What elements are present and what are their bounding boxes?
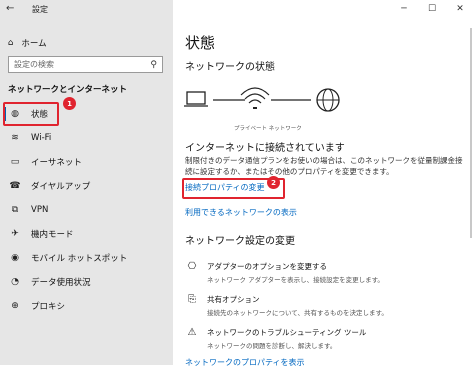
network-caption: プライベート ネットワーク: [234, 126, 302, 132]
sidebar-item-vpn[interactable]: ⧉ VPN: [0, 198, 173, 222]
ethernet-icon: ▭: [10, 157, 20, 167]
sidebar-item-label: イーサネット: [31, 158, 82, 168]
network-status-heading: ネットワークの状態: [185, 62, 275, 73]
home-button[interactable]: ⌂ ホーム: [8, 37, 47, 49]
sidebar-item-label: モバイル ホットスポット: [31, 254, 128, 264]
warning-icon: ⚠: [187, 327, 197, 338]
hotspot-icon: ◉: [11, 253, 19, 263]
search-placeholder: 設定の検索: [14, 60, 54, 69]
pc-icon: [184, 91, 208, 107]
sidebar-item-label: データ使用状況: [31, 278, 91, 288]
scrollbar[interactable]: [470, 28, 472, 238]
search-input[interactable]: 設定の検索 ⚲: [8, 56, 163, 73]
option-title: 共有オプション: [207, 295, 260, 304]
sidebar-item-label: ダイヤルアップ: [31, 182, 91, 192]
sidebar-item-data-usage[interactable]: ◔ データ使用状況: [0, 270, 173, 294]
sidebar-item-dialup[interactable]: ☎ ダイヤルアップ: [0, 174, 173, 198]
page-title: 状態: [185, 34, 216, 52]
option-desc: ネットワークの問題を診断し、解決します。: [207, 342, 337, 350]
close-button[interactable]: ✕: [446, 0, 474, 18]
title-bar: ← 設定 ─ ☐ ✕: [0, 0, 474, 20]
connected-description: 制限付きのデータ通信プランをお使いの場合は、このネットワークを従量制課金接続に設…: [185, 156, 463, 176]
sidebar-item-label: プロキシ: [31, 302, 66, 312]
window-title: 設定: [32, 5, 48, 14]
step-badge-2: 2: [267, 176, 280, 189]
sidebar-item-wifi[interactable]: ≋ Wi-Fi: [0, 126, 173, 150]
section-title: ネットワークとインターネット: [8, 85, 128, 95]
option-troubleshoot[interactable]: ⚠ ネットワークのトラブルシューティング ツール ネットワークの問題を診断し、解…: [185, 327, 367, 350]
show-networks-link[interactable]: 利用できるネットワークの表示: [185, 207, 297, 218]
option-title: アダプターのオプションを変更する: [207, 262, 327, 271]
highlight-box-1: [3, 102, 59, 126]
option-title: ネットワークのトラブルシューティング ツール: [207, 328, 367, 337]
wifi-icon: ≋: [11, 133, 19, 143]
option-desc: 接続先のネットワークについて、共有するものを決定します。: [207, 309, 388, 317]
step-badge-1: 1: [63, 97, 76, 110]
window-controls: ─ ☐ ✕: [390, 0, 474, 18]
option-sharing[interactable]: ⎘ 共有オプション 接続先のネットワークについて、共有するものを決定します。: [185, 294, 388, 317]
settings-window: ⌂ ホーム 設定の検索 ⚲ ネットワークとインターネット ◍ 状態 ≋ Wi-F…: [0, 0, 474, 368]
proxy-icon: ⊕: [11, 301, 19, 311]
option-adapter[interactable]: ⎔ アダプターのオプションを変更する ネットワーク アダプターを表示し、接続設定…: [185, 261, 384, 284]
sidebar-item-label: 機内モード: [31, 230, 74, 240]
sidebar: ⌂ ホーム 設定の検索 ⚲ ネットワークとインターネット ◍ 状態 ≋ Wi-F…: [0, 0, 173, 365]
home-icon: ⌂: [8, 38, 14, 48]
adapter-icon: ⎔: [187, 261, 197, 272]
sidebar-item-label: VPN: [31, 205, 49, 215]
sidebar-item-ethernet[interactable]: ▭ イーサネット: [0, 150, 173, 174]
maximize-button[interactable]: ☐: [418, 0, 446, 18]
back-arrow-icon[interactable]: ←: [6, 3, 14, 14]
network-diagram: [184, 87, 340, 112]
vpn-icon: ⧉: [11, 205, 19, 215]
sidebar-item-hotspot[interactable]: ◉ モバイル ホットスポット: [0, 246, 173, 270]
main-content: 状態 ネットワークの状態 プライベート ネットワーク インターネットに接続されて…: [173, 0, 474, 368]
sidebar-nav: ◍ 状態 ≋ Wi-Fi ▭ イーサネット ☎ ダイヤルアップ ⧉ VPN ✈ …: [0, 102, 173, 318]
globe-icon: [316, 88, 340, 112]
sidebar-item-airplane[interactable]: ✈ 機内モード: [0, 222, 173, 246]
data-usage-icon: ◔: [11, 277, 19, 287]
option-desc: ネットワーク アダプターを表示し、接続設定を変更します。: [207, 276, 384, 284]
sharing-icon: ⎘: [188, 294, 196, 305]
settings-heading: ネットワーク設定の変更: [185, 236, 295, 247]
sidebar-item-label: Wi-Fi: [31, 133, 52, 143]
wifi-icon: [240, 87, 270, 109]
home-label: ホーム: [21, 39, 47, 49]
connected-title: インターネットに接続されています: [185, 143, 345, 154]
minimize-button[interactable]: ─: [390, 0, 418, 18]
sidebar-item-proxy[interactable]: ⊕ プロキシ: [0, 294, 173, 318]
airplane-icon: ✈: [11, 229, 19, 239]
network-properties-link[interactable]: ネットワークのプロパティを表示: [185, 357, 305, 368]
search-icon[interactable]: ⚲: [150, 58, 157, 73]
phone-icon: ☎: [9, 181, 21, 191]
